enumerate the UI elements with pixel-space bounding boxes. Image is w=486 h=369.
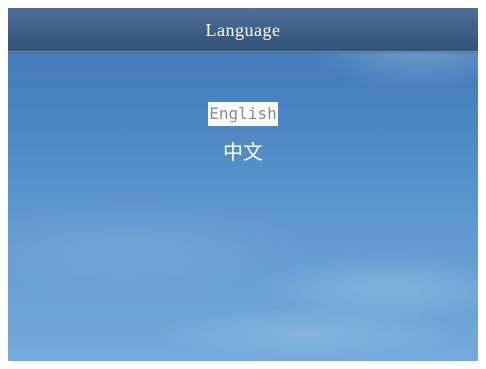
language-option-label: 中文 bbox=[223, 140, 263, 164]
language-option-chinese[interactable]: 中文 bbox=[8, 140, 478, 168]
screen-title: Language bbox=[205, 20, 281, 40]
language-menu: English 中文 bbox=[8, 98, 478, 178]
language-option-label: English bbox=[208, 102, 278, 126]
device-frame: Language English 中文 bbox=[0, 0, 486, 369]
language-screen: Language English 中文 bbox=[8, 8, 478, 361]
language-option-english[interactable]: English bbox=[8, 102, 478, 126]
title-bar: Language bbox=[8, 8, 478, 52]
